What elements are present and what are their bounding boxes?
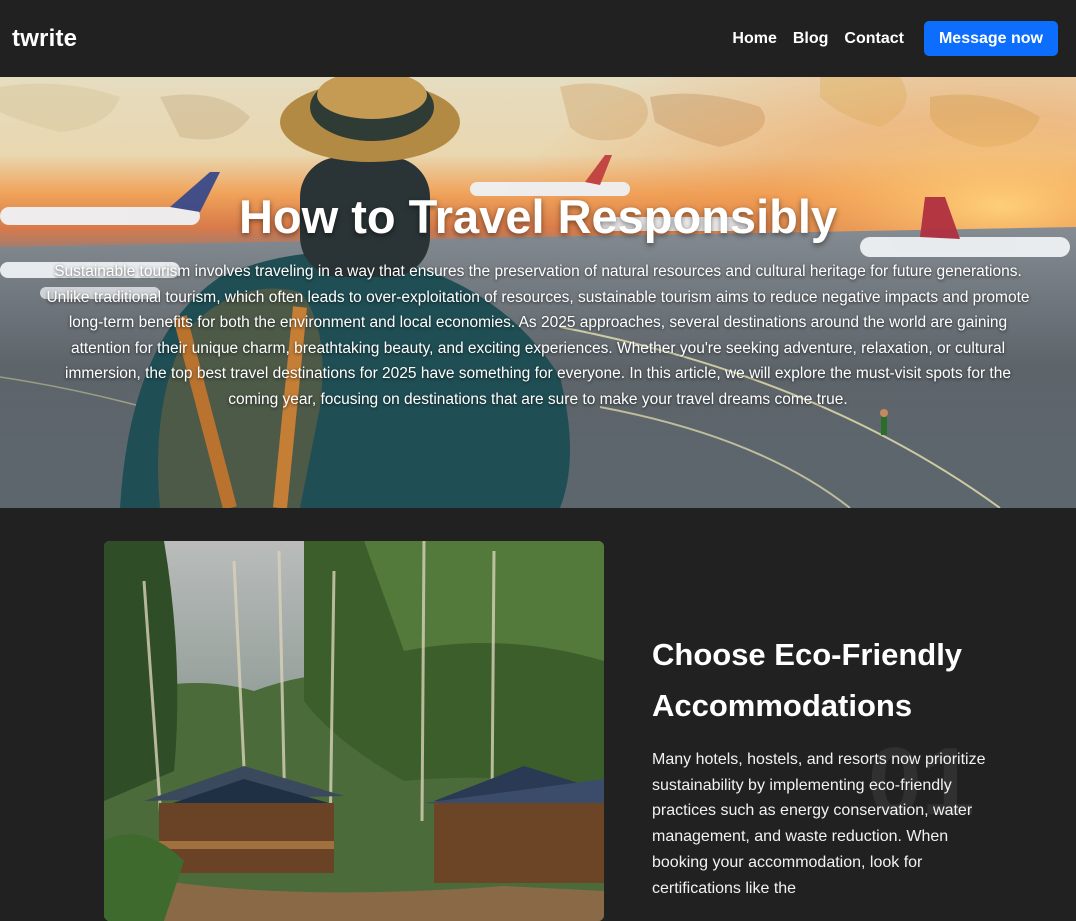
nav-link-contact[interactable]: Contact xyxy=(844,30,904,48)
nav-menu: Home Blog Contact Message now xyxy=(732,21,1058,56)
feature-title: Choose Eco-Friendly Accommodations xyxy=(652,637,963,723)
hero-banner: How to Travel Responsibly Sustainable to… xyxy=(0,77,1076,508)
hero-title: How to Travel Responsibly xyxy=(238,190,838,243)
feature-section: 01 Choose Eco-Friendly Accommodations Ma… xyxy=(0,508,1076,921)
hero-description: Sustainable tourism involves traveling i… xyxy=(46,263,1030,408)
message-now-button[interactable]: Message now xyxy=(923,21,1058,56)
navbar: twrite Home Blog Contact Message now xyxy=(0,0,1076,77)
nav-link-blog[interactable]: Blog xyxy=(793,30,829,48)
feature-description: Many hotels, hostels, and resorts now pr… xyxy=(652,751,986,897)
brand-logo[interactable]: twrite xyxy=(12,25,77,53)
nav-link-home[interactable]: Home xyxy=(732,30,776,48)
hero-content: How to Travel Responsibly Sustainable to… xyxy=(0,185,1076,412)
eco-lodge-image xyxy=(104,541,604,921)
